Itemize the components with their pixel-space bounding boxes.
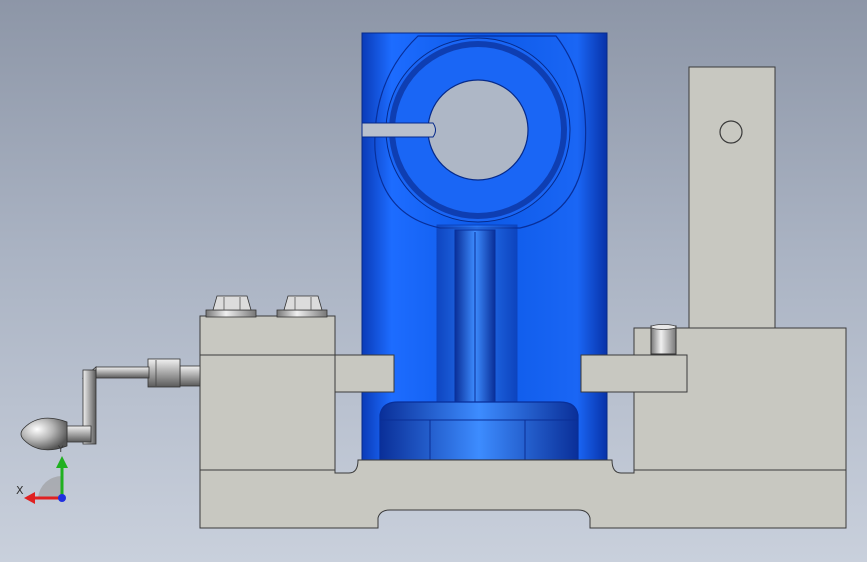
y-axis-label: Y [58,445,64,455]
x-axis-label: X [16,484,24,497]
right-column[interactable] [688,66,776,338]
coordinate-triad-icon [24,456,68,504]
hand-crank[interactable] [20,358,201,451]
cad-model[interactable] [0,0,867,562]
graphics-viewport[interactable]: X Y [0,0,867,562]
dowel-pin[interactable] [650,324,677,355]
hex-bolt-2[interactable] [276,295,328,318]
mounting-hole-icon [719,120,743,144]
base-plate[interactable] [199,459,847,529]
hex-bolt-1[interactable] [205,295,257,318]
